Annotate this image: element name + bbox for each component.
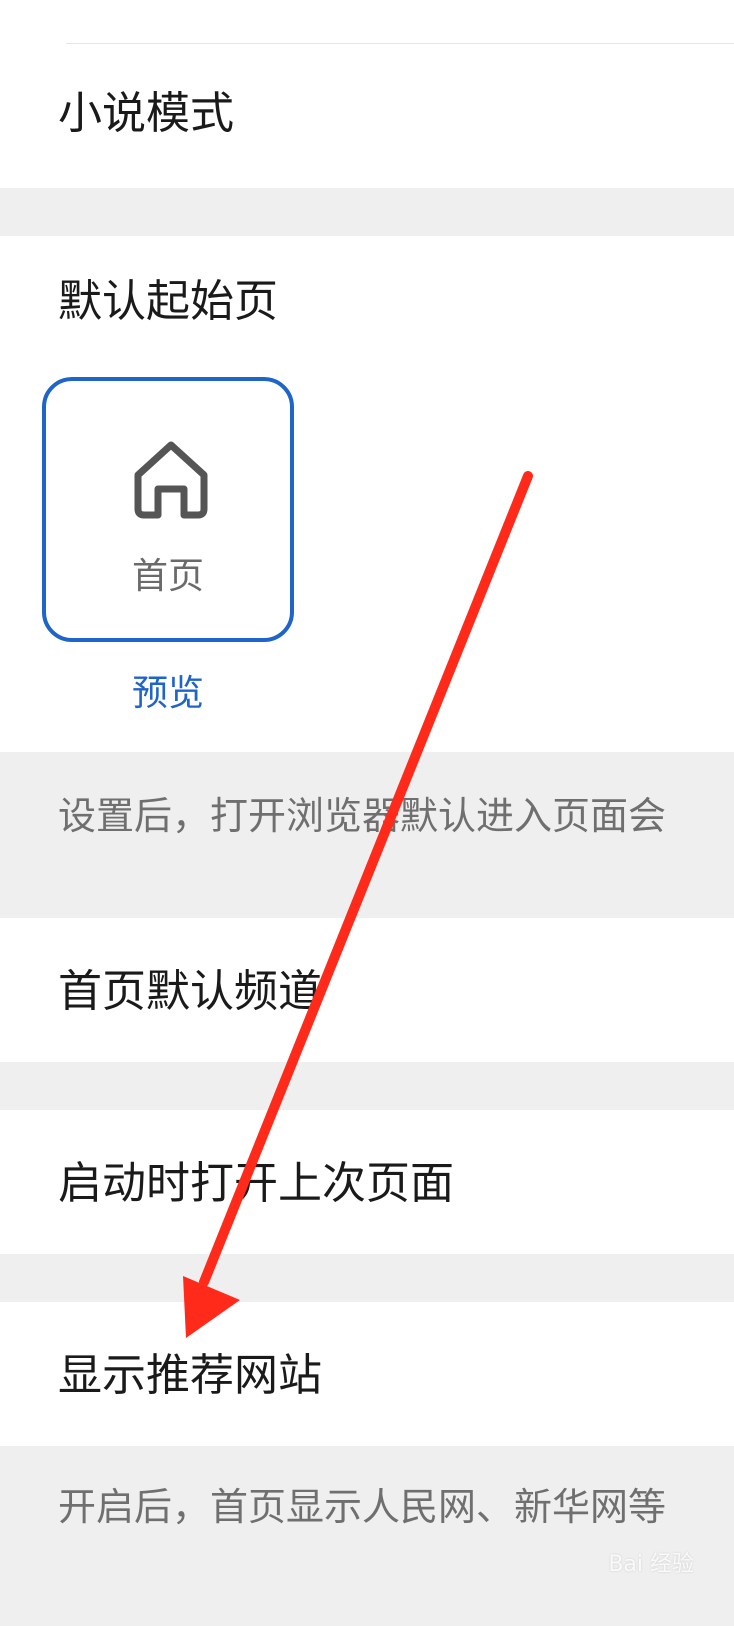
recommended-sites-hint: 开启后，首页显示人民网、新华网等	[58, 1485, 667, 1529]
start-page-hint: 设置后，打开浏览器默认进入页面会	[58, 794, 667, 838]
setting-label-open-last-page: 启动时打开上次页面	[58, 1158, 454, 1209]
setting-label-home-default-channel: 首页默认频道	[58, 966, 322, 1017]
watermark-logo: Bai 经验	[608, 1552, 694, 1577]
preview-link[interactable]: 预览	[42, 664, 294, 716]
setting-row-novel-mode[interactable]: 小说模式	[0, 0, 734, 188]
default-start-page-title: 默认起始页	[58, 276, 278, 327]
setting-row-show-recommended-sites[interactable]: 显示推荐网站	[0, 1302, 734, 1446]
browser-settings-page: 小说模式 默认起始页 首页 预览 设置后，打开浏览器默认进入页面会 首页默认频道…	[0, 0, 734, 1626]
home-icon	[134, 441, 208, 519]
setting-label-show-recommended-sites: 显示推荐网站	[58, 1350, 322, 1401]
setting-row-open-last-page[interactable]: 启动时打开上次页面	[0, 1110, 734, 1254]
setting-row-home-default-channel[interactable]: 首页默认频道	[0, 918, 734, 1062]
setting-label-novel-mode: 小说模式	[58, 88, 234, 139]
start-page-option-home[interactable]: 首页	[42, 377, 294, 642]
start-page-option-label: 首页	[131, 556, 204, 597]
divider	[66, 43, 734, 44]
